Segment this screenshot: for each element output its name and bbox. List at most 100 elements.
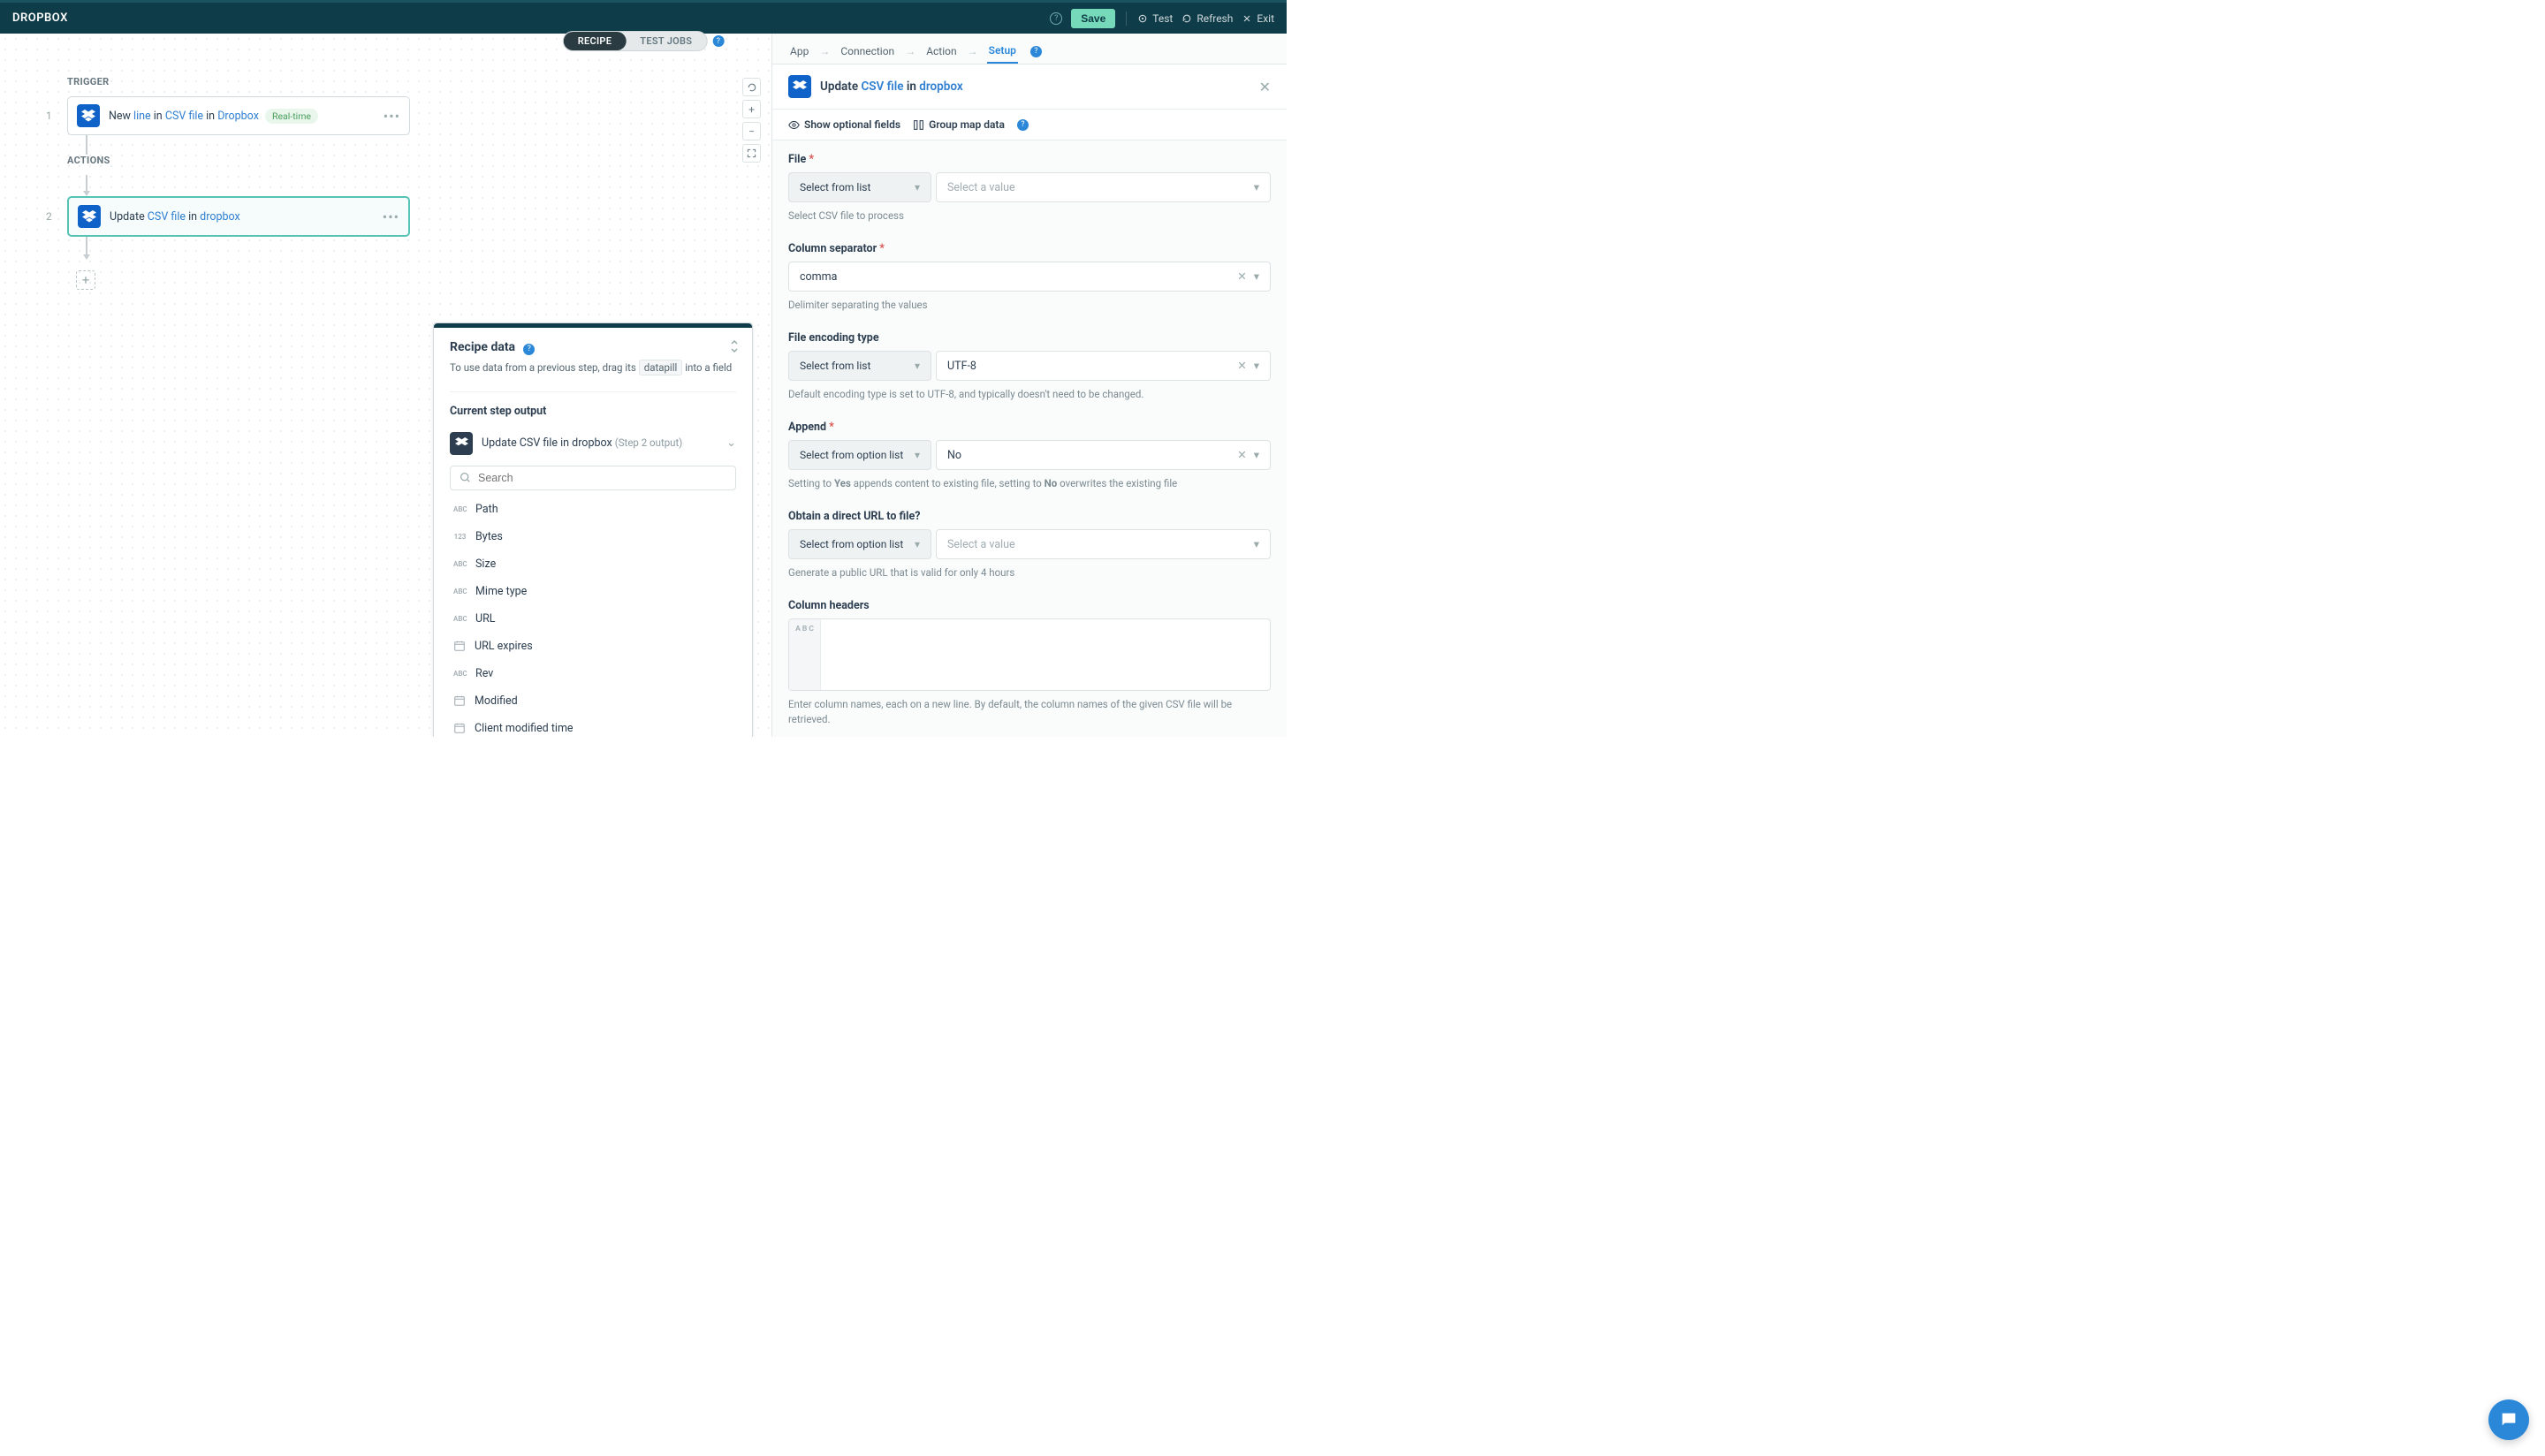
field-append: Append * Select from option list▾ No ✕▾ … <box>788 421 1271 490</box>
datapill-field[interactable]: ABC Mime type <box>450 578 736 605</box>
tab-setup[interactable]: Setup <box>987 39 1018 64</box>
topbar-right: ? Save Test Refresh Exit <box>1050 9 1274 28</box>
step-output-row[interactable]: Update CSV file in dropbox (Step 2 outpu… <box>450 427 736 460</box>
clear-icon[interactable]: ✕ <box>1237 360 1246 373</box>
type-badge: ABC <box>453 588 467 595</box>
trigger-node[interactable]: New line in CSV file in Dropbox Real-tim… <box>67 96 410 135</box>
show-optional-toggle[interactable]: Show optional fields <box>788 118 900 131</box>
zoom-reset[interactable] <box>742 78 761 96</box>
file-mode-select[interactable]: Select from list▾ <box>788 172 931 202</box>
tab-app[interactable]: App <box>788 40 810 63</box>
trigger-text: New line in CSV file in Dropbox Real-tim… <box>109 110 375 123</box>
datapill-field[interactable]: URL expires <box>450 633 736 660</box>
zoom-out[interactable]: − <box>742 122 761 140</box>
field-label: Mime type <box>475 585 527 598</box>
separator-help: Delimiter separating the values <box>788 298 1271 312</box>
field-file: File * Select from list▾ Select a value▾… <box>788 153 1271 223</box>
flow: TRIGGER 1 New line in CSV file in Dropbo… <box>46 76 410 290</box>
tab-test-jobs[interactable]: TEST JOBS <box>626 32 706 50</box>
dropbox-icon <box>78 205 101 228</box>
gear-icon <box>1137 13 1148 24</box>
search-icon <box>460 472 471 483</box>
append-mode-select[interactable]: Select from option list▾ <box>788 440 931 470</box>
opts-help-icon[interactable]: ? <box>1017 119 1029 131</box>
file-help: Select CSV file to process <box>788 209 1271 223</box>
main: TRIGGER 1 New line in CSV file in Dropbo… <box>0 34 1287 737</box>
divider <box>1126 11 1127 26</box>
current-step-label: Current step output <box>450 405 736 418</box>
headers-help: Enter column names, each on a new line. … <box>788 697 1271 725</box>
close-button[interactable]: ✕ <box>1259 79 1271 95</box>
calendar-icon <box>453 722 466 734</box>
zoom-in[interactable]: + <box>742 100 761 118</box>
zoom-fit[interactable] <box>742 144 761 163</box>
form-body: File * Select from list▾ Select a value▾… <box>772 140 1287 737</box>
datapill-field[interactable]: Modified <box>450 687 736 715</box>
field-label: Client modified time <box>475 722 574 735</box>
action-node[interactable]: Update CSV file in dropbox ••• <box>67 196 410 237</box>
step-num-1: 1 <box>46 110 55 122</box>
append-value-select[interactable]: No ✕▾ <box>936 440 1271 470</box>
direct-url-help: Generate a public URL that is valid for … <box>788 565 1271 580</box>
refresh-button[interactable]: Refresh <box>1181 12 1233 25</box>
datapill-field[interactable]: 123Bytes <box>450 523 736 550</box>
trigger-menu[interactable]: ••• <box>384 108 400 125</box>
action-menu[interactable]: ••• <box>383 209 399 225</box>
recipe-data-panel: Recipe data ? To use data from a previou… <box>433 322 753 737</box>
datapill-chip: datapill <box>639 360 683 375</box>
chevron-down-icon: ⌄ <box>726 436 736 450</box>
trigger-row: 1 New line in CSV file in Dropbox Real-t… <box>46 96 410 135</box>
calendar-icon <box>453 640 466 652</box>
search-input[interactable] <box>478 472 726 484</box>
group-map-toggle[interactable]: Group map data <box>913 118 1005 131</box>
rpanel-title: Update CSV file in dropbox <box>820 80 963 94</box>
tab-action[interactable]: Action <box>924 40 958 63</box>
collapse-icon[interactable] <box>729 340 740 353</box>
search-input-wrap[interactable] <box>450 466 736 490</box>
encoding-value-select[interactable]: UTF-8 ✕▾ <box>936 351 1271 381</box>
datapill-field[interactable]: ABCPath <box>450 496 736 523</box>
arrow-right-icon: → <box>905 45 915 57</box>
datapill-field[interactable]: ABCSize <box>450 550 736 578</box>
add-step-button[interactable]: + <box>76 270 95 290</box>
direct-url-mode-select[interactable]: Select from option list▾ <box>788 529 931 559</box>
abc-side-label: A B C <box>789 619 821 690</box>
expand-icon <box>747 148 756 158</box>
datapill-field[interactable]: ABCRev <box>450 660 736 687</box>
right-panel: App → Connection → Action → Setup ? Upda… <box>771 34 1287 737</box>
datapill-field[interactable]: ABCURL <box>450 605 736 633</box>
help-icon[interactable]: ? <box>1050 12 1062 25</box>
direct-url-value-select[interactable]: Select a value▾ <box>936 529 1271 559</box>
append-help: Setting to Yes appends content to existi… <box>788 476 1271 490</box>
tabs-help-icon[interactable]: ? <box>712 35 724 47</box>
tab-recipe[interactable]: RECIPE <box>564 32 627 50</box>
save-button[interactable]: Save <box>1071 9 1115 28</box>
clear-icon[interactable]: ✕ <box>1237 449 1246 462</box>
field-label: Modified <box>475 694 518 708</box>
field-list: ABCPath123BytesABCSizeABCMime typeABCURL… <box>450 496 736 737</box>
encoding-mode-select[interactable]: Select from list▾ <box>788 351 931 381</box>
center-tabs: RECIPE TEST JOBS ? <box>563 31 725 51</box>
separator-select[interactable]: comma ✕ ▾ <box>788 262 1271 292</box>
top-bar: DROPBOX ? Save Test Refresh Exit RECIPE … <box>0 0 1287 34</box>
canvas[interactable]: TRIGGER 1 New line in CSV file in Dropbo… <box>0 34 771 737</box>
panel-header: Recipe data ? To use data from a previou… <box>434 328 752 384</box>
headers-textarea[interactable]: A B C <box>788 618 1271 691</box>
test-button[interactable]: Test <box>1137 12 1173 25</box>
clear-icon[interactable]: ✕ <box>1237 269 1246 284</box>
connector <box>86 135 87 155</box>
dropbox-icon <box>450 432 473 455</box>
actions-label: ACTIONS <box>67 155 410 166</box>
panel-help-icon[interactable]: ? <box>523 344 535 355</box>
field-encoding: File encoding type Select from list▾ UTF… <box>788 331 1271 401</box>
refresh-icon <box>1181 13 1192 24</box>
type-badge: ABC <box>453 505 467 513</box>
field-label: Size <box>475 557 496 571</box>
tabs-help-icon[interactable]: ? <box>1030 46 1042 57</box>
file-value-select[interactable]: Select a value▾ <box>936 172 1271 202</box>
exit-button[interactable]: Exit <box>1242 12 1274 25</box>
tab-connection[interactable]: Connection <box>839 40 896 63</box>
datapill-field[interactable]: Client modified time <box>450 715 736 737</box>
direct-url-label: Obtain a direct URL to file? <box>788 510 1271 523</box>
chat-fab[interactable] <box>2488 1399 2529 1440</box>
